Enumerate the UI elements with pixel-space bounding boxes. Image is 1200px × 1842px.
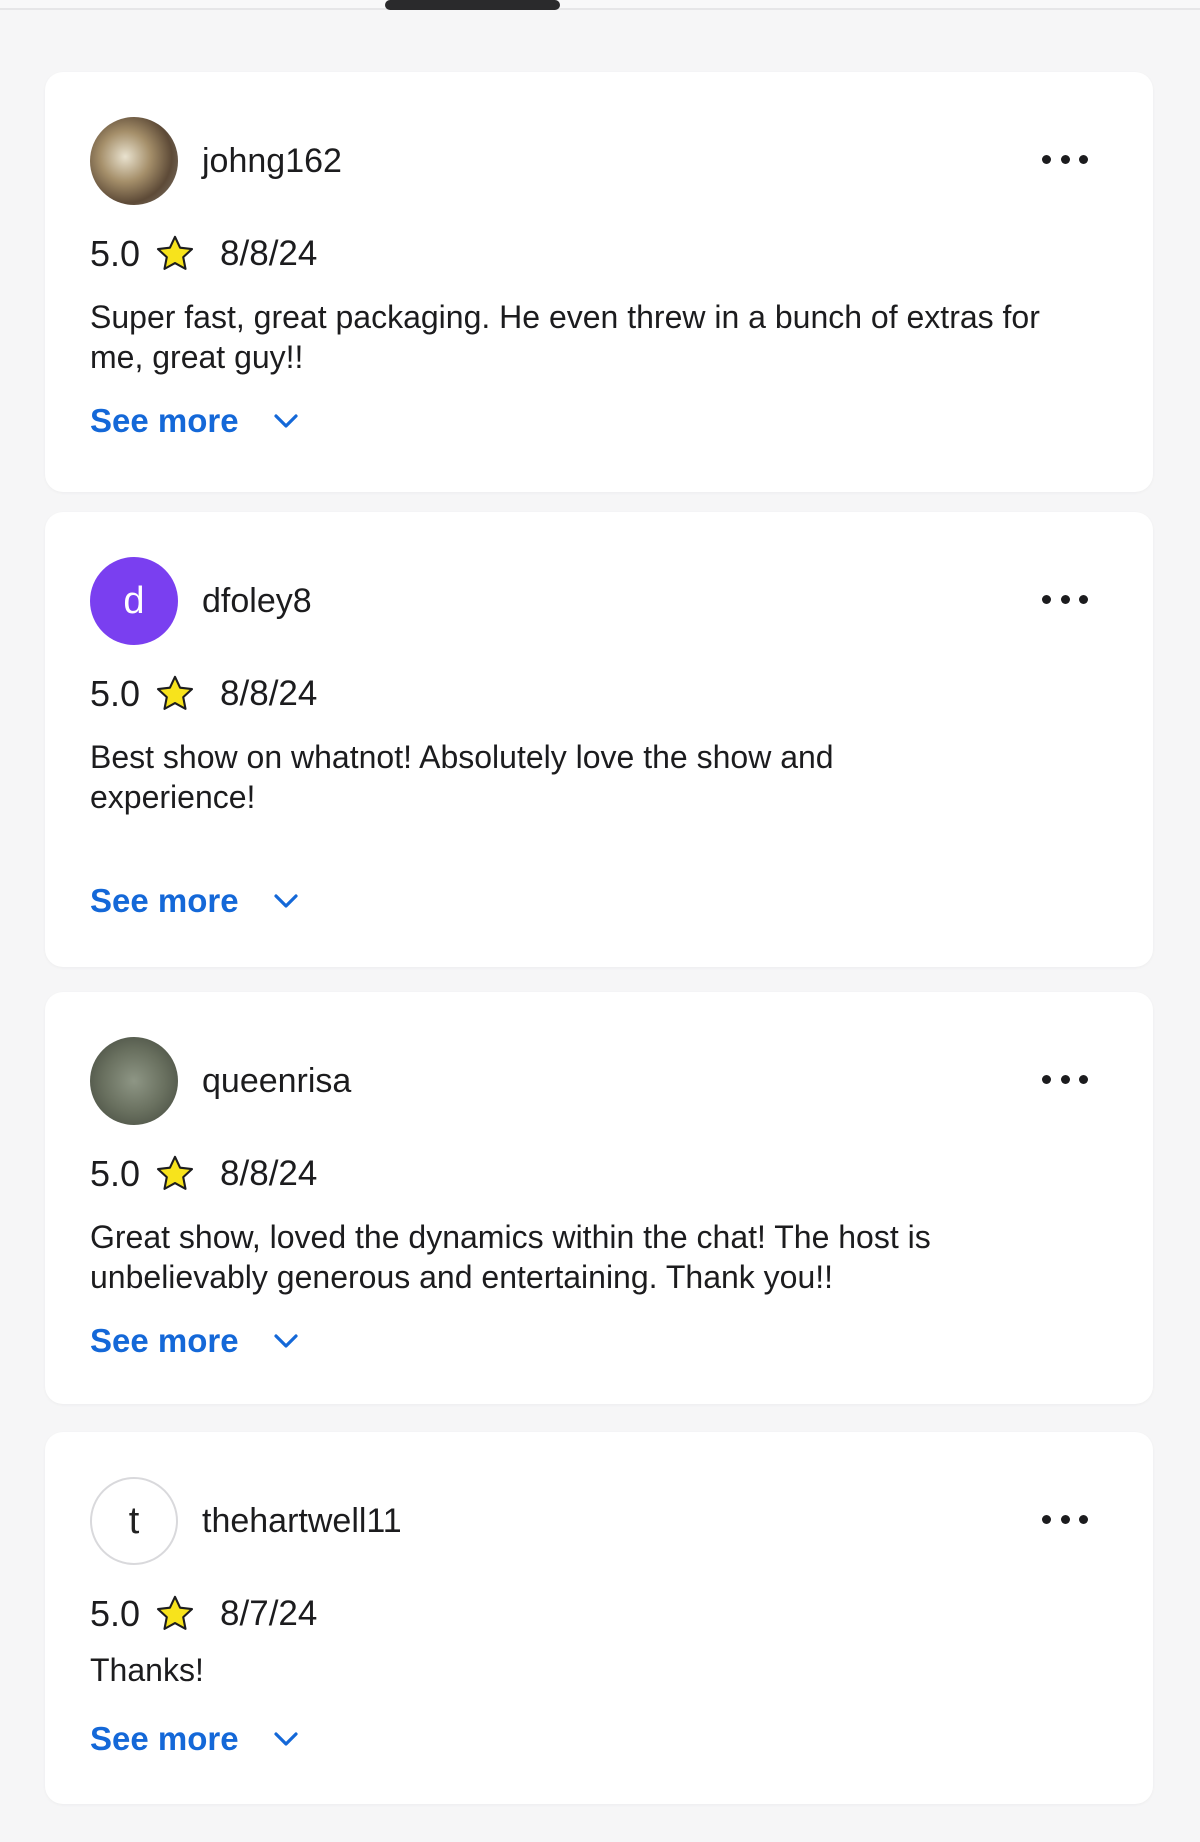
chevron-down-icon: [273, 1334, 298, 1348]
review-card: johng162 5.0 8/8/24 Super fast, great pa…: [45, 72, 1153, 492]
see-more-label: See more: [90, 882, 239, 919]
review-username[interactable]: dfoley8: [202, 582, 312, 621]
see-more-label: See more: [90, 1720, 239, 1757]
star-icon: [157, 1155, 194, 1190]
review-username[interactable]: johng162: [202, 142, 342, 181]
avatar[interactable]: [90, 1037, 178, 1125]
rating-row: 5.0 8/7/24: [90, 1592, 317, 1636]
chevron-down-icon: [273, 1732, 298, 1746]
see-more-button[interactable]: See more: [90, 882, 299, 920]
chevron-down-icon: [273, 894, 298, 908]
review-text: Great show, loved the dynamics within th…: [90, 1219, 931, 1295]
review-date: 8/8/24: [220, 674, 318, 713]
see-more-button[interactable]: See more: [90, 1322, 299, 1360]
avatar-letter: d: [123, 579, 145, 622]
top-divider: [0, 0, 1200, 10]
more-options-icon[interactable]: [1042, 1072, 1088, 1086]
more-options-icon[interactable]: [1042, 1512, 1088, 1526]
more-options-icon[interactable]: [1042, 152, 1088, 166]
review-card: queenrisa 5.0 8/8/24 Great show, loved t…: [45, 992, 1153, 1404]
review-date: 8/7/24: [220, 1594, 318, 1633]
review-card: t thehartwell11 5.0 8/7/24 Thanks! See m…: [45, 1432, 1153, 1804]
rating-row: 5.0 8/8/24: [90, 232, 317, 276]
star-icon: [157, 1595, 194, 1630]
see-more-label: See more: [90, 1322, 239, 1359]
star-icon: [157, 675, 194, 710]
rating-value: 5.0: [90, 233, 141, 274]
review-date: 8/8/24: [220, 234, 318, 273]
rating-value: 5.0: [90, 1153, 141, 1194]
review-date: 8/8/24: [220, 1154, 318, 1193]
rating-row: 5.0 8/8/24: [90, 1152, 317, 1196]
review-card: d dfoley8 5.0 8/8/24 Best show on whatno…: [45, 512, 1153, 967]
see-more-button[interactable]: See more: [90, 402, 299, 440]
sheet-grabber-handle[interactable]: [385, 0, 560, 10]
rating-value: 5.0: [90, 1593, 141, 1634]
star-icon: [157, 235, 194, 270]
review-username[interactable]: thehartwell11: [202, 1502, 402, 1541]
chevron-down-icon: [273, 414, 298, 428]
avatar[interactable]: [90, 117, 178, 205]
review-text: Best show on whatnot! Absolutely love th…: [90, 739, 834, 815]
review-text: Thanks!: [90, 1652, 204, 1688]
rating-value: 5.0: [90, 673, 141, 714]
avatar[interactable]: t: [90, 1477, 178, 1565]
review-text: Super fast, great packaging. He even thr…: [90, 299, 1040, 375]
avatar-letter: t: [128, 1499, 140, 1542]
see-more-label: See more: [90, 402, 239, 439]
rating-row: 5.0 8/8/24: [90, 672, 317, 716]
more-options-icon[interactable]: [1042, 592, 1088, 606]
see-more-button[interactable]: See more: [90, 1720, 299, 1758]
review-username[interactable]: queenrisa: [202, 1062, 351, 1101]
reviews-screen: johng162 5.0 8/8/24 Super fast, great pa…: [0, 0, 1200, 1842]
avatar[interactable]: d: [90, 557, 178, 645]
